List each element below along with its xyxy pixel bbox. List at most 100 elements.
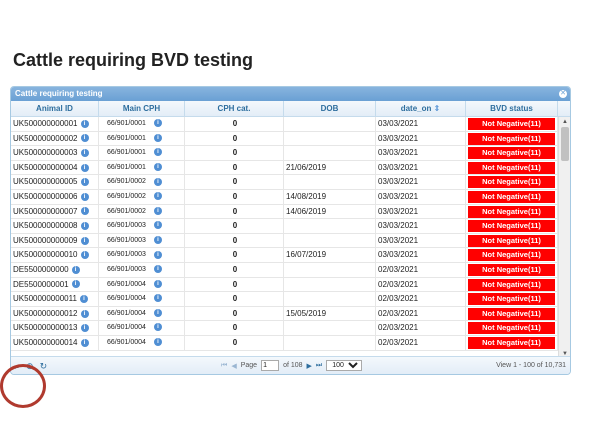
info-icon[interactable]: i [153,279,162,288]
scroll-thumb[interactable] [561,127,569,161]
info-icon[interactable]: i [80,134,89,143]
table-row[interactable]: UK500000000010 i 66/901/0003 i 0 16/07/2019 03… [11,248,558,263]
date-on-cell: 02/03/2021 [376,277,466,292]
table-row[interactable]: UK500000000002 i 66/901/0001 i 0 03/03/2021 No… [11,131,558,147]
dob-cell: 15/05/2019 [284,306,376,321]
dob-cell [284,175,376,189]
table-row[interactable]: UK500000000004 i 66/901/0001 i 0 21/06/2019 03… [11,160,558,176]
main-cph-text: 66/901/0002 [107,207,146,215]
main-cph-text: 66/901/0004 [107,309,146,317]
info-icon[interactable]: i [80,309,89,318]
info-icon[interactable]: i [71,280,80,289]
next-page-icon[interactable]: ▶ [307,362,312,370]
info-icon[interactable]: i [153,133,162,142]
status-badge: Not Negative(11) [468,278,555,291]
table-row[interactable]: UK500000000012 i 66/901/0004 i 0 15/05/2019 02… [11,306,558,322]
info-icon[interactable]: i [153,221,162,230]
status-badge: Not Negative(11) [468,161,555,174]
info-icon[interactable]: i [153,338,162,347]
cph-cat-cell: 0 [185,117,284,131]
info-icon[interactable]: i [153,119,162,128]
info-icon[interactable]: i [80,324,89,333]
main-cph-cell: 66/901/0001 i [99,160,185,175]
info-icon[interactable]: i [71,265,80,274]
animal-id-text: UK500000000003 [13,148,78,158]
info-icon[interactable]: i [80,236,89,245]
table-row[interactable]: UK500000000013 i 66/901/0004 i 0 02/03/2021 No… [11,321,558,336]
column-header-dob[interactable]: DOB [284,101,376,116]
table-row[interactable]: DE5500000000 i 66/901/0003 i 0 02/03/2021 Not … [11,262,558,278]
info-icon[interactable]: i [80,149,89,158]
main-cph-cell: 66/901/0004 i [99,277,185,292]
column-header-date-on[interactable]: date_on ⇕ [376,101,466,116]
info-icon[interactable]: i [80,192,89,201]
info-icon[interactable]: i [153,250,162,259]
info-icon[interactable]: i [80,251,89,260]
status-badge: Not Negative(11) [468,234,555,247]
refresh-icon[interactable]: ↻ [40,361,48,371]
status-badge: Not Negative(11) [468,132,555,145]
bvd-status-cell: Not Negative(11) [466,277,558,292]
info-icon[interactable]: i [80,207,89,216]
info-icon[interactable]: i [153,162,162,171]
first-page-icon[interactable]: ⏮ [221,362,227,370]
info-icon[interactable]: i [153,308,162,317]
column-header-main-cph[interactable]: Main CPH [99,101,185,116]
column-header-bvd-status[interactable]: BVD status [466,101,558,116]
animal-id-cell: UK500000000011 i [11,292,99,306]
main-cph-text: 66/901/0002 [107,192,146,200]
main-cph-cell: 66/901/0001 i [99,131,185,146]
main-cph-cell: 66/901/0004 i [99,321,185,335]
info-icon[interactable]: i [80,222,89,231]
info-icon[interactable]: i [153,294,162,303]
table-row[interactable]: UK500000000001 i 66/901/0001 i 0 03/03/2021 No… [11,117,558,132]
table-row[interactable]: UK500000000006 i 66/901/0002 i 0 14/08/2019 03… [11,189,558,205]
table-row[interactable]: UK500000000005 i 66/901/0002 i 0 03/03/2021 No… [11,175,558,190]
info-icon[interactable]: i [79,295,88,304]
table-row[interactable]: UK500000000011 i 66/901/0004 i 0 02/03/2021 No… [11,292,558,307]
table-row[interactable]: DE5500000001 i 66/901/0004 i 0 02/03/2021 Not … [11,277,558,293]
info-icon[interactable]: i [80,178,89,187]
dob-cell [284,131,376,146]
date-on-cell: 02/03/2021 [376,262,466,277]
rows-per-page-select[interactable]: 100 [326,360,363,371]
info-icon[interactable]: i [153,323,162,332]
info-icon[interactable]: i [80,119,89,128]
table-row[interactable]: UK500000000003 i 66/901/0001 i 0 03/03/2021 No… [11,146,558,161]
close-icon[interactable]: ✕ [559,90,567,98]
table-row[interactable]: UK500000000007 i 66/901/0002 i 0 14/06/2019 03… [11,204,558,220]
main-cph-text: 66/901/0003 [107,251,146,259]
info-icon[interactable]: i [153,235,162,244]
animal-id-cell: UK500000000006 i [11,189,99,204]
column-header-cph-cat[interactable]: CPH cat. [185,101,284,116]
table-row[interactable]: UK500000000014 i 66/901/0004 i 0 02/03/2021 No… [11,335,558,351]
animal-id-text: DE5500000000 [13,264,69,274]
info-icon[interactable]: i [80,338,89,347]
dob-cell [284,277,376,292]
info-icon[interactable]: i [153,265,162,274]
sort-icon: ⇕ [433,104,441,113]
prev-page-icon[interactable]: ◀ [231,362,236,370]
info-icon[interactable]: i [153,206,162,215]
info-icon[interactable]: i [153,192,162,201]
vertical-scrollbar[interactable]: ▲ ▼ [558,117,570,359]
animal-id-cell: DE5500000000 i [11,262,99,277]
animal-id-cell: UK500000000007 i [11,204,99,219]
date-on-cell: 03/03/2021 [376,219,466,233]
info-icon[interactable]: i [80,163,89,172]
info-icon[interactable]: i [153,148,162,157]
bvd-status-cell: Not Negative(11) [466,292,558,306]
cph-cat-cell: 0 [185,335,284,350]
date-on-cell: 03/03/2021 [376,160,466,175]
bvd-status-cell: Not Negative(11) [466,146,558,160]
dob-cell: 14/06/2019 [284,204,376,219]
date-on-cell: 02/03/2021 [376,335,466,350]
last-page-icon[interactable]: ⏭ [316,362,322,370]
main-cph-cell: 66/901/0003 i [99,262,185,277]
info-icon[interactable]: i [153,177,162,186]
table-row[interactable]: UK500000000008 i 66/901/0003 i 0 03/03/2021 No… [11,219,558,234]
column-header-animal-id[interactable]: Animal ID [11,101,99,116]
page-number-input[interactable] [261,360,280,371]
scroll-up-icon[interactable]: ▲ [559,117,570,127]
table-row[interactable]: UK500000000009 i 66/901/0003 i 0 03/03/2021 No… [11,233,558,249]
